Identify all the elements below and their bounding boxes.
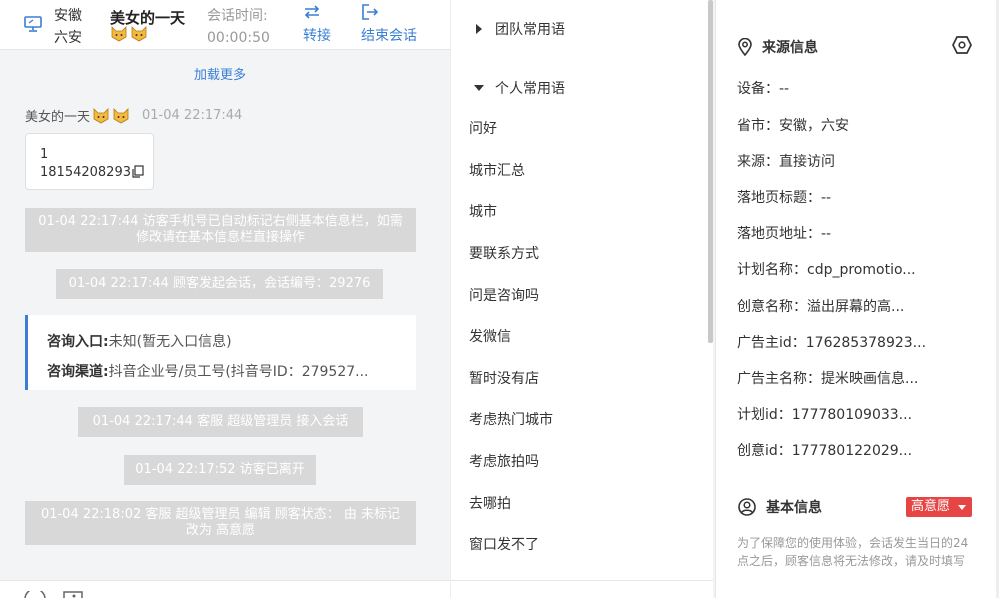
source-field: 落地页标题：--: [737, 190, 832, 206]
source-field: 创意名称：溢出屏幕的高...: [737, 299, 905, 315]
phrase-item[interactable]: 考虑旅拍吗: [469, 451, 539, 471]
consult-entry-key: 咨询入口:: [47, 334, 109, 350]
personal-phrases-group[interactable]: 个人常用语: [473, 78, 565, 98]
phrase-item[interactable]: 考虑热门城市: [469, 409, 553, 429]
system-message: 01-04 22:18:02 客服 超级管理员 编辑 顾客状态： 由 未标记 改…: [25, 501, 416, 545]
phrase-item[interactable]: 去哪拍: [469, 493, 511, 513]
message-sender: 美女的一天: [25, 110, 91, 125]
message-timestamp: 01-04 22:17:44: [142, 108, 243, 123]
source-field: 广告主名称：提米映画信息...: [737, 371, 919, 387]
source-info-header: 来源信息: [738, 37, 818, 57]
source-field: 来源：直接访问: [737, 154, 835, 170]
source-field: 计划id：177780109033...: [737, 407, 913, 423]
source-field: 省市：安徽，六安: [737, 118, 849, 134]
logout-icon: [362, 4, 379, 20]
copy-icon[interactable]: [132, 165, 144, 178]
consult-entry-value: 未知(暂无入口信息): [108, 334, 232, 350]
end-session-label: 结束会话: [361, 28, 417, 44]
phrase-item[interactable]: 要联系方式: [469, 243, 539, 263]
transfer-icon: [304, 5, 320, 19]
source-field: 设备：--: [737, 81, 790, 97]
cat-emoji-icon: [113, 107, 129, 123]
caret-down-icon: [474, 85, 484, 91]
phrase-item[interactable]: 窗口发不了: [469, 534, 539, 554]
phrase-item[interactable]: 问好: [469, 118, 497, 138]
source-field: 广告主id：176285378923...: [737, 335, 927, 351]
phrases-footer: [451, 580, 714, 598]
transfer-label: 转接: [303, 28, 331, 44]
session-time: 会话时间: 00:00:50: [207, 5, 270, 49]
location-pin-icon: [738, 38, 752, 56]
phrase-item[interactable]: 发微信: [469, 326, 511, 346]
session-time-value: 00:00:50: [207, 30, 270, 46]
customer-name: 美女的一天: [110, 9, 186, 27]
phrase-item[interactable]: 暂时没有店: [469, 368, 539, 388]
source-field: 计划名称：cdp_promotio...: [737, 262, 916, 278]
message-line: 1: [40, 147, 49, 162]
consult-info-card: 咨询入口:未知(暂无入口信息) 咨询渠道:抖音企业号/员工号(抖音号ID：279…: [25, 315, 416, 390]
visitor-location: 安徽 六安: [54, 5, 82, 49]
cat-emoji-icon: [93, 107, 109, 123]
phrase-item[interactable]: 问是咨询吗: [469, 285, 539, 305]
basic-info-title: 基本信息: [766, 500, 822, 516]
transfer-button[interactable]: 转接: [303, 4, 331, 45]
system-message: 01-04 22:17:52 访客已离开: [124, 455, 316, 485]
system-message: 01-04 22:17:44 访客手机号已自动标记右侧基本信息栏，如需修改请在基…: [25, 208, 416, 252]
caret-down-icon: [958, 505, 966, 510]
caret-right-icon: [476, 24, 482, 34]
chat-panel: 安徽 六安 美女的一天 会话时间: 00:00:50 转接 结束会话 加载更多 …: [0, 0, 450, 598]
source-field: 落地页地址：--: [737, 226, 832, 242]
settings-hex-icon[interactable]: [952, 36, 972, 54]
personal-phrases-label: 个人常用语: [495, 81, 565, 97]
chat-toolbar: [0, 580, 450, 598]
source-field: 创意id：177780122029...: [737, 443, 913, 459]
edit-notice: 为了保障您的使用体验，会话发生当日的24点之后，顾客信息将无法修改，请及时填写: [737, 536, 969, 568]
phrase-item[interactable]: 城市汇总: [469, 160, 525, 180]
location-city: 六安: [54, 30, 82, 46]
message-bubble: 1 18154208293: [25, 133, 154, 190]
cat-emoji-icon: [131, 26, 147, 42]
chat-header: 安徽 六安 美女的一天 会话时间: 00:00:50 转接 结束会话: [0, 0, 450, 50]
intent-status-dropdown[interactable]: 高意愿: [906, 497, 972, 517]
emoji-icon[interactable]: [24, 591, 46, 598]
intent-status-label: 高意愿: [911, 499, 951, 514]
monitor-icon: [24, 16, 42, 32]
basic-info-header: 基本信息: [738, 497, 822, 517]
customer-emoji: [110, 26, 148, 42]
image-icon[interactable]: [63, 591, 83, 598]
end-session-button[interactable]: 结束会话: [361, 4, 417, 45]
cat-emoji-icon: [111, 26, 127, 42]
customer-info-panel: 来源信息 设备：-- 省市：安徽，六安 来源：直接访问 落地页标题：-- 落地页…: [715, 0, 999, 598]
source-info-title: 来源信息: [762, 40, 818, 56]
consult-channel-key: 咨询渠道:: [47, 364, 109, 380]
team-phrases-group[interactable]: 团队常用语: [473, 19, 565, 39]
team-phrases-label: 团队常用语: [495, 22, 565, 38]
system-message: 01-04 22:17:44 客服 超级管理员 接入会话: [78, 407, 363, 437]
message-meta: 美女的一天 01-04 22:17:44: [25, 106, 242, 125]
user-circle-icon: [738, 498, 756, 516]
system-message: 01-04 22:17:44 顾客发起会话，会话编号：29276: [56, 269, 383, 299]
session-time-label: 会话时间:: [207, 8, 268, 24]
consult-channel-value: 抖音企业号/员工号(抖音号ID：279527...: [108, 364, 369, 380]
common-phrases-panel: 团队常用语 个人常用语 问好 城市汇总 城市 要联系方式 问是咨询吗 发微信 暂…: [450, 0, 714, 598]
location-province: 安徽: [54, 8, 82, 24]
customer-info-column: 来源信息 设备：-- 省市：安徽，六安 来源：直接访问 落地页标题：-- 落地页…: [713, 0, 999, 598]
message-phone: 18154208293: [40, 165, 131, 180]
phrase-item[interactable]: 城市: [469, 201, 497, 221]
load-more-link[interactable]: 加载更多: [0, 64, 440, 83]
